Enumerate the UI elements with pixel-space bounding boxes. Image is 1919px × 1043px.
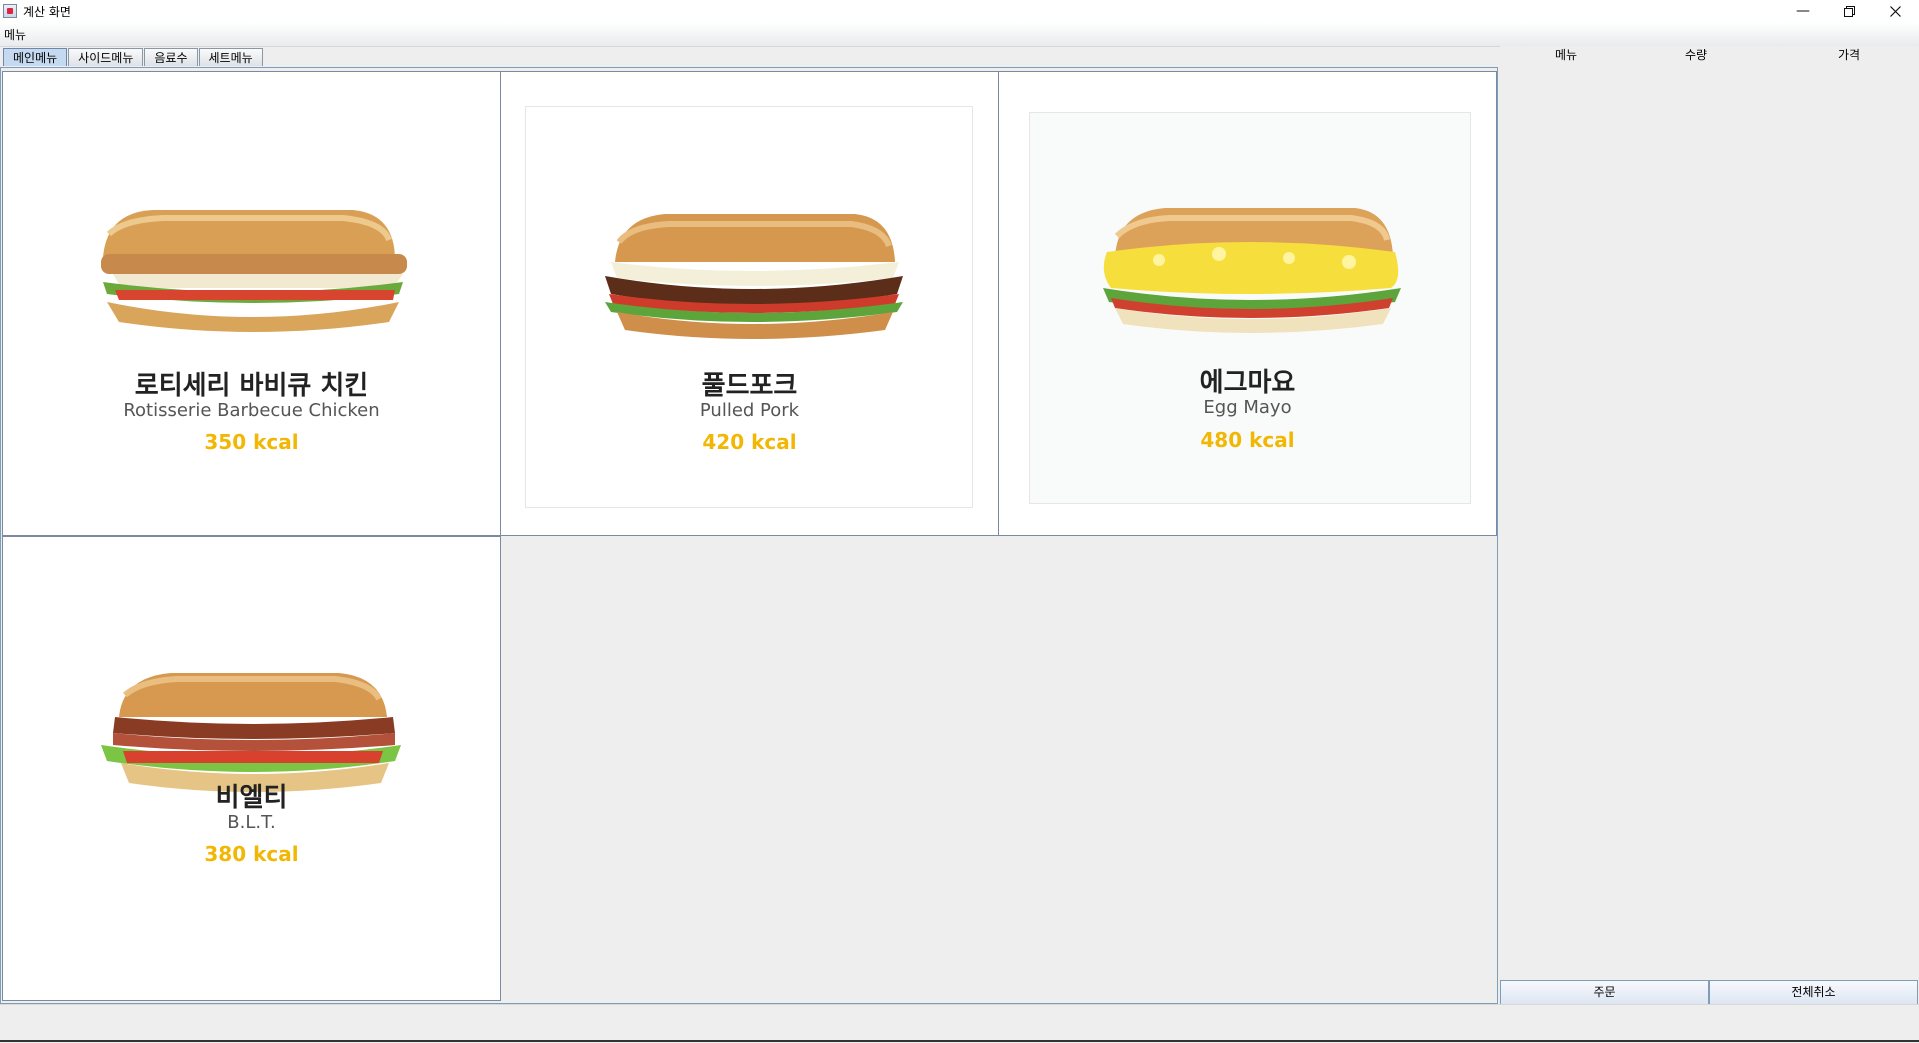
tab-drinks[interactable]: 음료수 xyxy=(144,48,198,66)
product-kcal: 420 kcal xyxy=(702,430,797,454)
tab-side-menu[interactable]: 사이드메뉴 xyxy=(68,48,144,66)
category-tabs: 메인메뉴 사이드메뉴 음료수 세트메뉴 xyxy=(3,48,264,67)
status-bar xyxy=(0,1004,1919,1043)
java-app-icon xyxy=(3,4,17,18)
product-card-rotisserie-bbq-chicken[interactable]: 로티세리 바비큐 치킨 Rotisserie Barbecue Chicken … xyxy=(2,71,501,536)
menu-bar: 메뉴 xyxy=(0,22,1919,47)
order-button[interactable]: 주문 xyxy=(1500,980,1709,1005)
product-card-pulled-pork[interactable]: 풀드포크 Pulled Pork 420 kcal xyxy=(500,71,999,536)
product-name-ko: 풀드포크 xyxy=(701,371,798,401)
product-name-ko: 로티세리 바비큐 치킨 xyxy=(134,371,369,401)
column-header-quantity: 수량 xyxy=(1685,48,1708,62)
product-kcal: 480 kcal xyxy=(1200,428,1295,452)
close-icon[interactable] xyxy=(1872,0,1918,22)
product-name-en: B.L.T. xyxy=(227,812,276,833)
cancel-all-button[interactable]: 전체취소 xyxy=(1709,980,1918,1005)
restore-icon[interactable] xyxy=(1826,0,1872,22)
title-bar: 계산 화면 — xyxy=(0,0,1919,22)
product-name-ko: 비엘티 xyxy=(215,783,288,813)
window-title: 계산 화면 xyxy=(23,4,71,19)
product-name-en: Rotisserie Barbecue Chicken xyxy=(123,400,380,421)
tab-main-menu[interactable]: 메인메뉴 xyxy=(3,48,68,66)
minimize-icon[interactable]: — xyxy=(1780,0,1826,22)
product-name-ko: 에그마요 xyxy=(1199,368,1296,398)
menu-grid-panel: 로티세리 바비큐 치킨 Rotisserie Barbecue Chicken … xyxy=(0,67,1498,1004)
product-kcal: 350 kcal xyxy=(204,430,299,454)
product-card-blt[interactable]: 비엘티 B.L.T. 380 kcal xyxy=(2,536,501,1001)
product-name-en: Pulled Pork xyxy=(699,400,800,421)
product-card-egg-mayo[interactable]: 에그마요 Egg Mayo 480 kcal xyxy=(998,71,1497,536)
order-panel: 메뉴 수량 가격 주문 전체취소 xyxy=(1500,46,1919,1005)
product-kcal: 380 kcal xyxy=(204,842,299,866)
product-name-en: Egg Mayo xyxy=(1203,397,1292,418)
menu-item-menu[interactable]: 메뉴 xyxy=(4,26,26,43)
column-header-price: 가격 xyxy=(1838,48,1861,62)
tab-set-menu[interactable]: 세트메뉴 xyxy=(198,48,263,66)
column-header-menu: 메뉴 xyxy=(1555,48,1578,62)
